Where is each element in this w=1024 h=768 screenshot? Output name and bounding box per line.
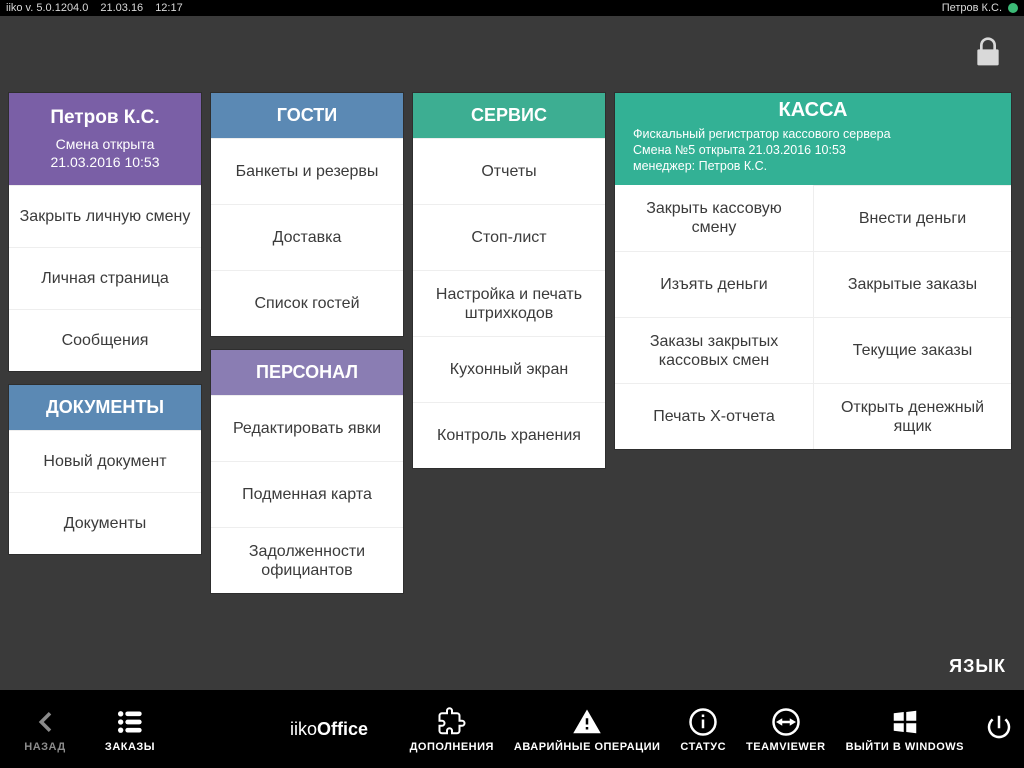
main-panel: Петров К.С. Смена открыта 21.03.2016 10:… bbox=[0, 92, 1024, 594]
reports-button[interactable]: Отчеты bbox=[413, 138, 605, 204]
language-button[interactable]: ЯЗЫК bbox=[949, 656, 1006, 677]
power-icon bbox=[984, 712, 1014, 747]
documents-button[interactable]: Документы bbox=[9, 492, 201, 554]
guest-list-button[interactable]: Список гостей bbox=[211, 270, 403, 336]
close-cash-shift-button[interactable]: Закрыть кассовую смену bbox=[615, 185, 813, 251]
bottom-nav: НАЗАД ЗАКАЗЫ iikoOffice ДОПОЛНЕНИЯ АВАРИ… bbox=[0, 690, 1024, 768]
teamviewer-icon bbox=[771, 705, 801, 739]
guests-section-header: ГОСТИ bbox=[211, 93, 403, 138]
close-personal-shift-button[interactable]: Закрыть личную смену bbox=[9, 185, 201, 247]
deposit-money-button[interactable]: Внести деньги bbox=[813, 185, 1011, 251]
nav-back-button[interactable]: НАЗАД bbox=[0, 705, 90, 753]
status-dot-icon bbox=[1008, 3, 1018, 13]
nav-addons-button[interactable]: ДОПОЛНЕНИЯ bbox=[400, 705, 504, 753]
personal-page-button[interactable]: Личная страница bbox=[9, 247, 201, 309]
brand-label[interactable]: iikoOffice bbox=[290, 719, 368, 740]
messages-button[interactable]: Сообщения bbox=[9, 309, 201, 371]
nav-orders-button[interactable]: ЗАКАЗЫ bbox=[90, 705, 170, 753]
barcode-settings-button[interactable]: Настройка и печать штрихкодов bbox=[413, 270, 605, 336]
open-cash-drawer-button[interactable]: Открыть денежный ящик bbox=[813, 383, 1011, 449]
app-version: iiko v. 5.0.1204.0 bbox=[6, 0, 88, 16]
withdraw-money-button[interactable]: Изъять деньги bbox=[615, 251, 813, 317]
nav-teamviewer-button[interactable]: TEAMVIEWER bbox=[736, 705, 836, 753]
kassa-sub1: Фискальный регистратор кассового сервера bbox=[633, 126, 993, 142]
personnel-section-header: ПЕРСОНАЛ bbox=[211, 350, 403, 395]
closed-shift-orders-button[interactable]: Заказы закрытых кассовых смен bbox=[615, 317, 813, 383]
stop-list-button[interactable]: Стоп-лист bbox=[413, 204, 605, 270]
kassa-sub2: Смена №5 открыта 21.03.2016 10:53 bbox=[633, 142, 993, 158]
substitute-card-button[interactable]: Подменная карта bbox=[211, 461, 403, 527]
banquets-reserves-button[interactable]: Банкеты и резервы bbox=[211, 138, 403, 204]
lock-icon[interactable] bbox=[972, 36, 1004, 73]
nav-power-button[interactable] bbox=[974, 712, 1024, 747]
documents-section-header: ДОКУМЕНТЫ bbox=[9, 385, 201, 430]
user-name: Петров К.С. bbox=[50, 107, 159, 129]
kassa-sub3: менеджер: Петров К.С. bbox=[633, 158, 993, 174]
nav-emergency-button[interactable]: АВАРИЙНЫЕ ОПЕРАЦИИ bbox=[504, 705, 671, 753]
warning-icon bbox=[572, 705, 602, 739]
kitchen-screen-button[interactable]: Кухонный экран bbox=[413, 336, 605, 402]
edit-shifts-button[interactable]: Редактировать явки bbox=[211, 395, 403, 461]
storage-control-button[interactable]: Контроль хранения bbox=[413, 402, 605, 468]
nav-exit-windows-button[interactable]: ВЫЙТИ В WINDOWS bbox=[836, 705, 974, 753]
current-orders-button[interactable]: Текущие заказы bbox=[813, 317, 1011, 383]
time-label: 12:17 bbox=[155, 0, 183, 16]
header-bar bbox=[0, 16, 1024, 92]
service-section-header: СЕРВИС bbox=[413, 93, 605, 138]
kassa-title: КАССА bbox=[633, 99, 993, 122]
puzzle-icon bbox=[437, 705, 467, 739]
kassa-section-header: КАССА Фискальный регистратор кассового с… bbox=[615, 93, 1011, 185]
delivery-button[interactable]: Доставка bbox=[211, 204, 403, 270]
print-x-report-button[interactable]: Печать Х-отчета bbox=[615, 383, 813, 449]
chevron-left-icon bbox=[30, 705, 60, 739]
top-status-bar: iiko v. 5.0.1204.0 21.03.16 12:17 Петров… bbox=[0, 0, 1024, 16]
current-user: Петров К.С. bbox=[942, 0, 1002, 16]
info-icon bbox=[688, 705, 718, 739]
windows-icon bbox=[890, 705, 920, 739]
shift-status: Смена открыта 21.03.2016 10:53 bbox=[51, 135, 160, 171]
closed-orders-button[interactable]: Закрытые заказы bbox=[813, 251, 1011, 317]
waiter-debts-button[interactable]: Задолженности официантов bbox=[211, 527, 403, 593]
user-card-header: Петров К.С. Смена открыта 21.03.2016 10:… bbox=[9, 93, 201, 185]
date-label: 21.03.16 bbox=[100, 0, 143, 16]
new-document-button[interactable]: Новый документ bbox=[9, 430, 201, 492]
list-icon bbox=[113, 705, 147, 739]
nav-status-button[interactable]: СТАТУС bbox=[670, 705, 736, 753]
